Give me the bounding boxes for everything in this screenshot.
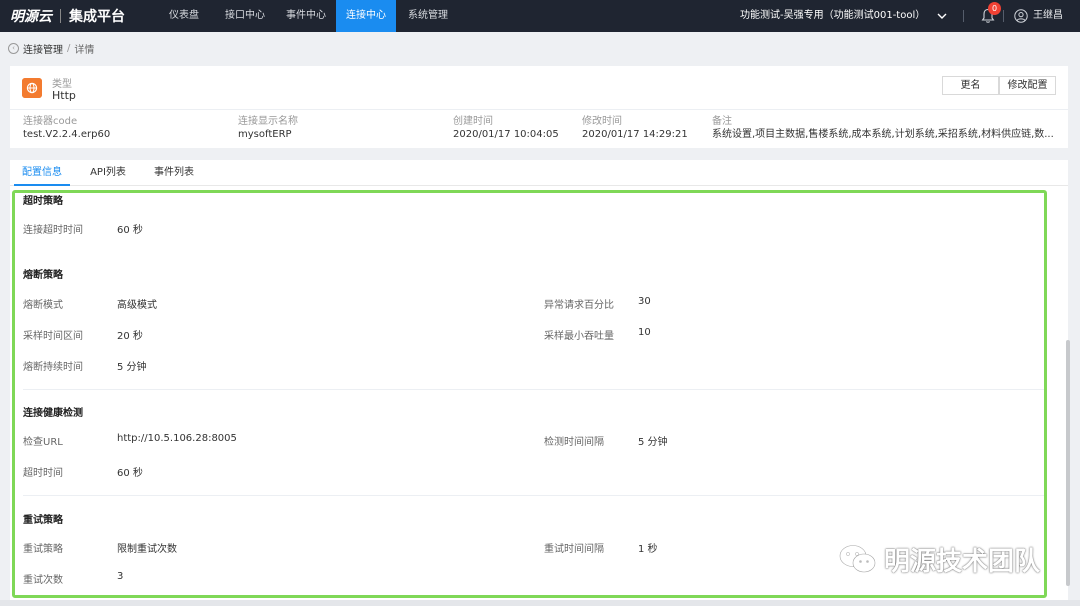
field-label: 采样时间区间 [23,331,83,342]
tenant-selector[interactable]: 功能测试-吴强专用（功能测试001-tool） [740,0,925,32]
field-value: 3 [117,571,124,582]
field-value: 10 [638,327,651,338]
field-value: 1 秒 [638,544,658,555]
rename-button[interactable]: 更名 [942,76,999,95]
section-divider [23,389,1045,390]
nav-event-center[interactable]: 事件中心 [277,0,335,32]
meta-value: 2020/01/17 14:29:21 [582,129,688,140]
type-label: 类型 [52,79,72,90]
notification-badge: 0 [988,2,1001,15]
meta-value: test.V2.2.4.erp60 [23,129,111,140]
brand[interactable]: 明源云 集成平台 [10,0,125,32]
http-icon [22,78,42,98]
meta-modified-time: 修改时间 2020/01/17 14:29:21 [582,116,702,142]
field-label: 采样最小吞吐量 [544,331,614,342]
tab-event-list[interactable]: 事件列表 [146,160,202,186]
nav-system-management[interactable]: 系统管理 [398,0,458,32]
watermark: 明源技术团队 [838,540,1040,578]
meta-label: 连接显示名称 [238,116,298,127]
field-value: 5 分钟 [117,362,147,373]
detail-tabs: 配置信息 API列表 事件列表 [10,160,1068,186]
field-label: 超时时间 [23,468,63,479]
meta-label: 备注 [712,116,732,127]
meta-value: 系统设置,项目主数据,售楼系统,成本系统,计划系统,采招系统,材料供应链,数..… [712,129,1054,140]
field-value: 30 [638,296,651,307]
breadcrumb-separator: / [67,42,71,54]
meta-label: 修改时间 [582,116,622,127]
field-label: 检测时间间隔 [544,437,604,448]
bottom-strip [0,600,1080,606]
field-value: http://10.5.106.28:8005 [117,433,237,444]
field-label: 重试策略 [23,544,63,555]
card-header: 类型 Http 更名 修改配置 [10,66,1068,110]
meta-label: 连接器code [23,116,78,127]
nav-api-center[interactable]: 接口中心 [216,0,274,32]
breadcrumb: ‹ 连接管理 / 详情 [8,40,94,56]
meta-label: 创建时间 [453,116,493,127]
tab-api-list[interactable]: API列表 [80,160,136,186]
wechat-icon [838,544,876,573]
user-name[interactable]: 王继昌 [1033,0,1063,32]
platform-name: 集成平台 [69,9,125,25]
field-label: 熔断模式 [23,300,63,311]
meta-display-name: 连接显示名称 mysoftERP [238,116,438,142]
meta-connector-code: 连接器code test.V2.2.4.erp60 [23,116,223,142]
brand-divider [60,9,61,23]
field-value: 限制重试次数 [117,544,177,555]
section-title-health: 连接健康检测 [23,408,83,419]
field-label: 检查URL [23,437,63,448]
user-icon[interactable] [1014,9,1028,23]
field-value: 60 秒 [117,225,143,236]
scrollbar[interactable] [1066,340,1070,586]
field-value: 20 秒 [117,331,143,342]
chevron-down-icon[interactable] [936,10,948,22]
section-title-retry: 重试策略 [23,515,63,526]
section-title-breaker: 熔断策略 [23,270,63,281]
field-value: 高级模式 [117,300,157,311]
field-label: 熔断持续时间 [23,362,83,373]
watermark-text: 明源技术团队 [884,546,1041,577]
meta-value: mysoftERP [238,129,292,140]
field-label: 异常请求百分比 [544,300,614,311]
meta-remark: 备注 系统设置,项目主数据,售楼系统,成本系统,计划系统,采招系统,材料供应链,… [712,116,1056,142]
config-panel [10,186,1068,600]
field-value: 60 秒 [117,468,143,479]
type-value: Http [52,89,76,102]
section-title-timeout: 超时策略 [23,196,63,207]
divider [1003,10,1004,22]
meta-value: 2020/01/17 10:04:05 [453,129,559,140]
tab-config-info[interactable]: 配置信息 [14,160,70,186]
edit-config-button[interactable]: 修改配置 [999,76,1056,95]
top-navbar: 明源云 集成平台 仪表盘 接口中心 事件中心 连接中心 系统管理 功能测试-吴强… [0,0,1080,32]
divider [963,10,964,22]
breadcrumb-parent[interactable]: 连接管理 [23,41,63,56]
nav-dashboard[interactable]: 仪表盘 [158,0,210,32]
back-icon[interactable]: ‹ [8,42,19,54]
field-label: 连接超时时间 [23,225,83,236]
field-value: 5 分钟 [638,437,668,448]
meta-created-time: 创建时间 2020/01/17 10:04:05 [453,116,573,142]
breadcrumb-current: 详情 [74,44,95,56]
connector-info-card: 类型 Http 更名 修改配置 连接器code test.V2.2.4.erp6… [10,66,1068,148]
section-divider [23,495,1045,496]
field-label: 重试次数 [23,575,63,586]
brand-logo: 明源云 [10,9,52,25]
field-label: 重试时间间隔 [544,544,604,555]
nav-connection-center[interactable]: 连接中心 [336,0,396,32]
